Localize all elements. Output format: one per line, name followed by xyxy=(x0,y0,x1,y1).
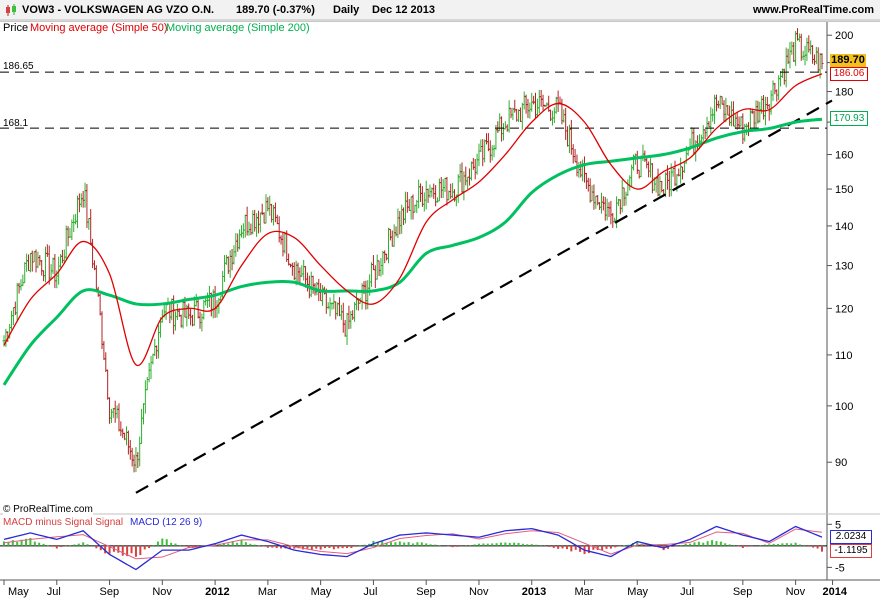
legend-macd: MACD (12 26 9) xyxy=(130,517,203,528)
date-tick-label: 2012 xyxy=(205,586,229,598)
date-tick-label: Sep xyxy=(733,586,753,598)
ma200-line xyxy=(2,117,823,386)
date-tick-label: Nov xyxy=(786,586,806,598)
watermark: © ProRealTime.com xyxy=(3,504,93,515)
level-label-lower: 168.1 xyxy=(3,118,29,129)
date-tick-label: May xyxy=(311,586,332,598)
price-tick-label: 180 xyxy=(835,87,853,99)
date-tick-label: May xyxy=(8,586,29,598)
date-tick-label: Sep xyxy=(416,586,436,598)
date-tick-label: Nov xyxy=(152,586,172,598)
date-tick-label: 2014 xyxy=(823,586,848,598)
ma50-line xyxy=(3,73,823,366)
date-tick-label: Mar xyxy=(575,586,594,598)
date-tick-label: Jul xyxy=(47,586,61,598)
price-tick-label: 160 xyxy=(835,150,853,162)
legend-macd-signal: MACD minus Signal Signal xyxy=(3,517,124,528)
price-tick-label: 130 xyxy=(835,261,853,273)
level-label-upper: 186.65 xyxy=(3,61,34,72)
date-tick-label: Sep xyxy=(100,586,120,598)
date-tick-label: 2013 xyxy=(522,586,546,598)
price-tick-label: 100 xyxy=(835,401,853,413)
last-price-badge: 189.70 xyxy=(830,54,866,67)
date-tick-label: Nov xyxy=(469,586,489,598)
price-tick-label: 140 xyxy=(835,221,853,233)
price-chart: 90100110120130140150160170180190200 5-5 … xyxy=(0,19,880,598)
price-tick-label: 110 xyxy=(835,350,853,362)
ma50-badge: 186.06 xyxy=(830,67,868,81)
macd-value-badge: 2.0234 xyxy=(830,530,872,544)
macd-signal-badge: -1.1195 xyxy=(830,544,872,558)
macd-tick-label: -5 xyxy=(835,562,845,574)
date-tick-label: Jul xyxy=(680,586,694,598)
price-tick-label: 200 xyxy=(835,30,853,42)
price-tick-label: 120 xyxy=(835,303,853,315)
date-tick-label: Jul xyxy=(363,586,377,598)
chart-window: VOW3 - VOLKSWAGEN AG VZO O.N. 189.70 (-0… xyxy=(0,0,880,600)
date-tick-label: Mar xyxy=(258,586,277,598)
date-tick-label: May xyxy=(627,586,648,598)
price-tick-label: 90 xyxy=(835,457,847,469)
trendline xyxy=(135,99,833,494)
ma200-badge: 170.93 xyxy=(830,111,868,126)
price-tick-label: 150 xyxy=(835,184,853,196)
